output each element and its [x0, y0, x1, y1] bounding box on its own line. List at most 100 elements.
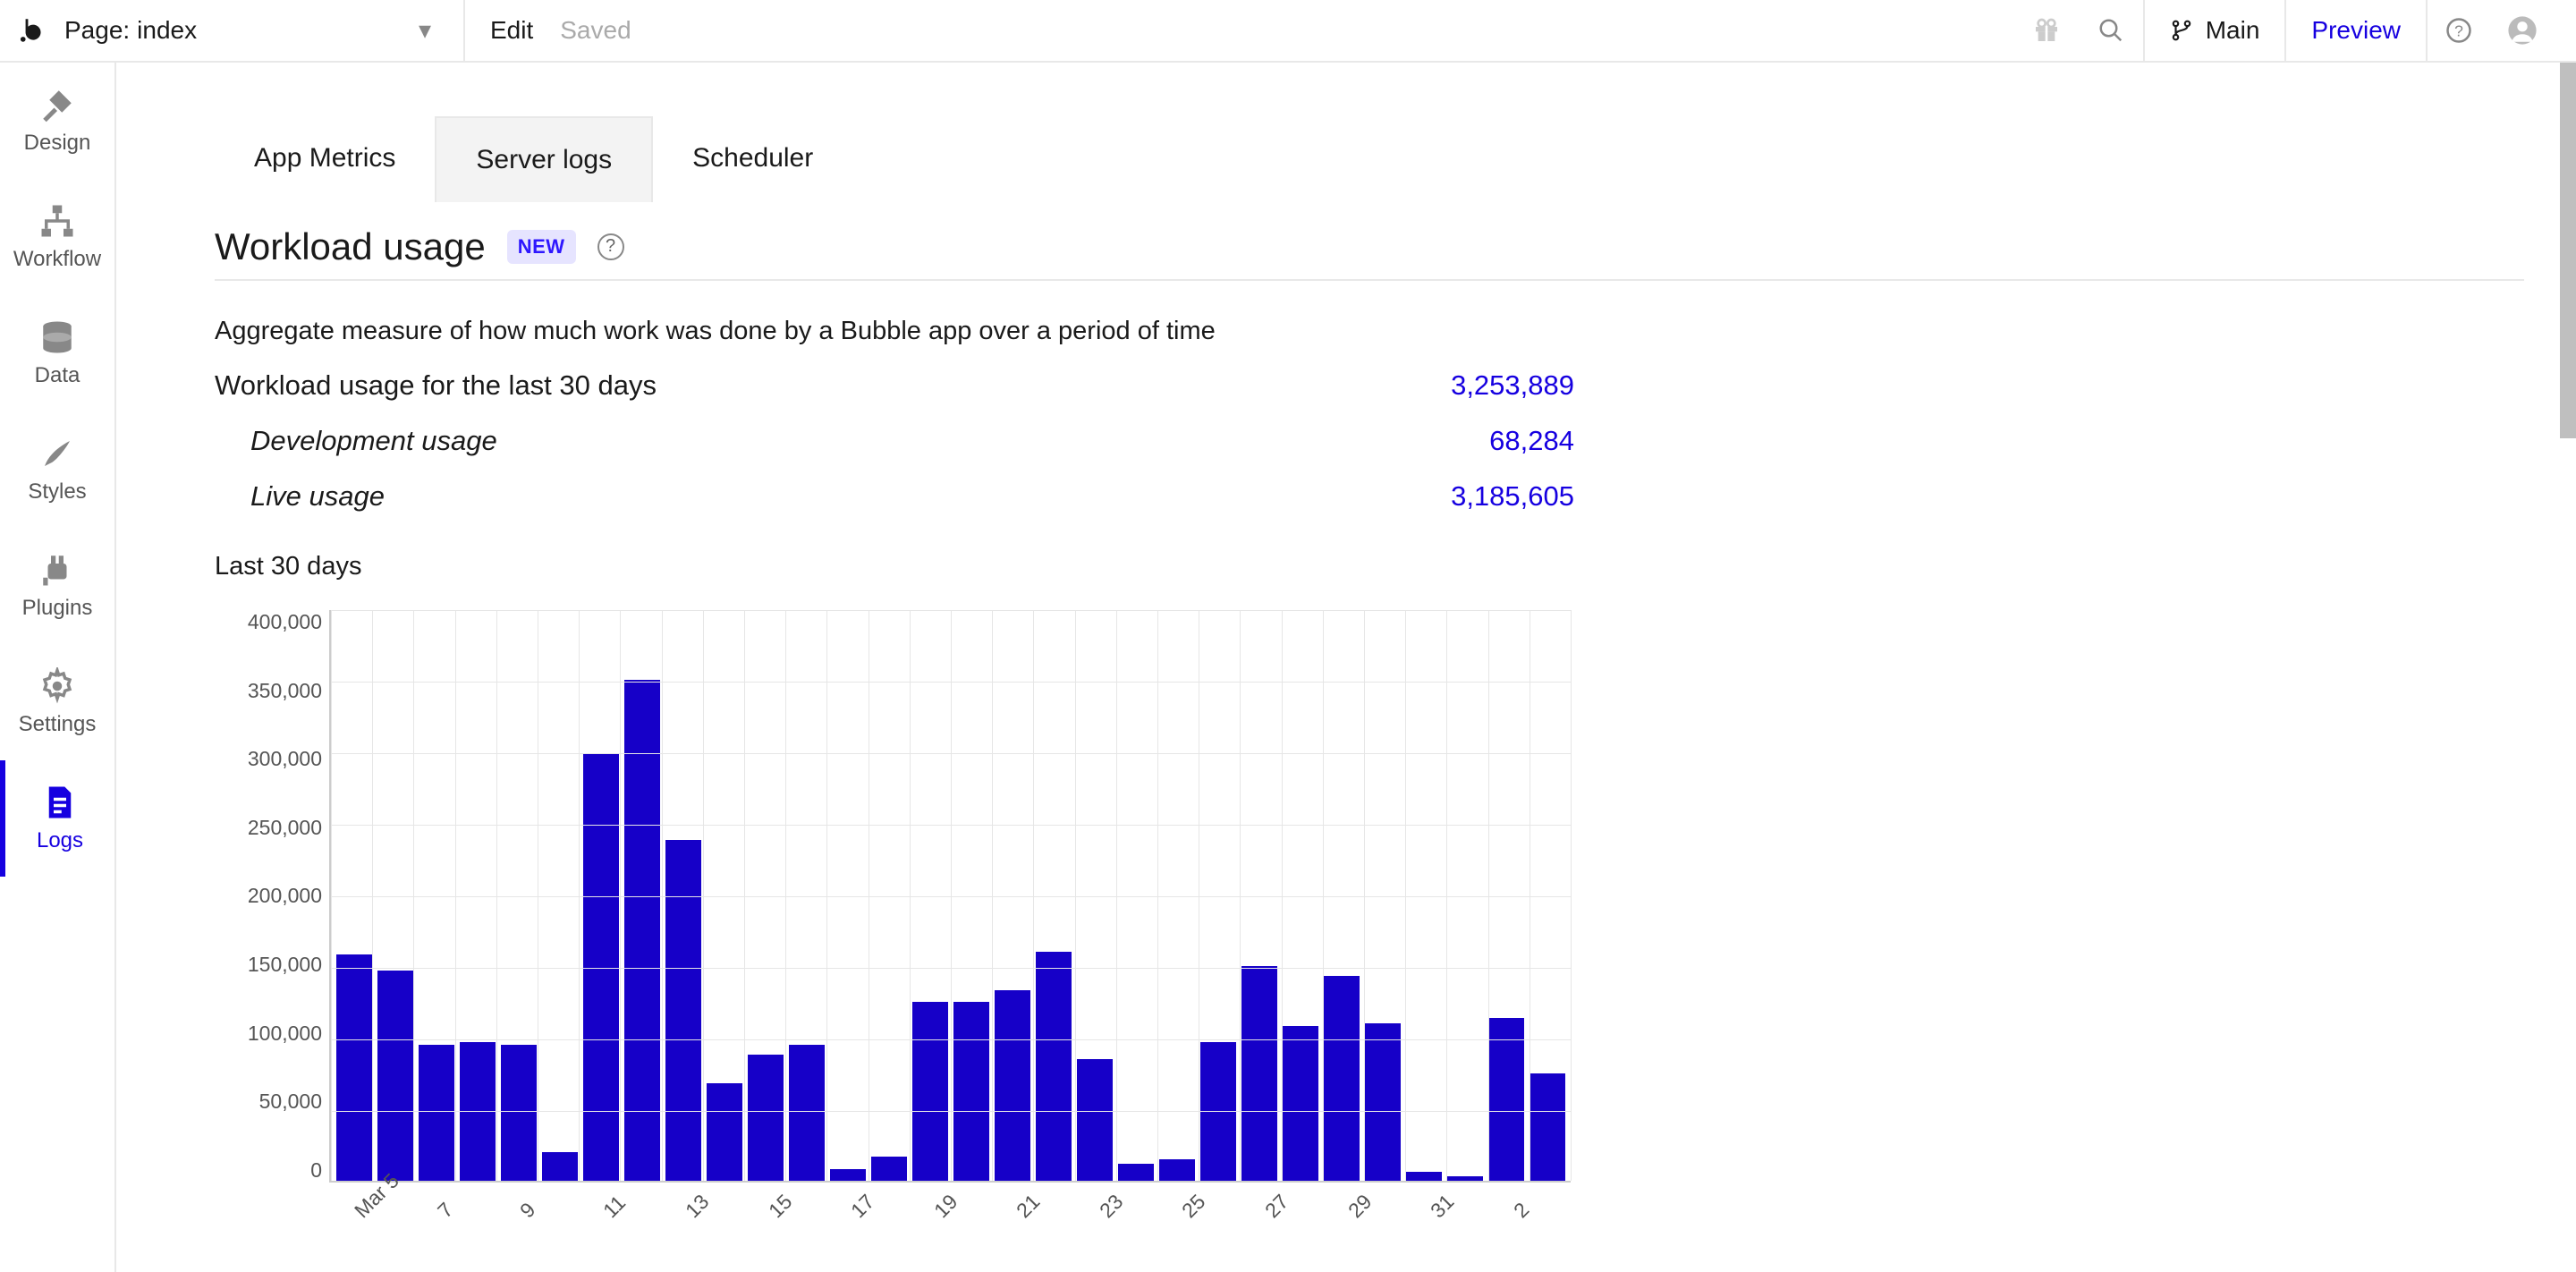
y-tick: 400,000 — [248, 610, 322, 634]
nav-label: Settings — [19, 712, 97, 737]
chart-bar[interactable] — [501, 1045, 537, 1181]
chart-bar[interactable] — [419, 1045, 454, 1181]
nav-data[interactable]: Data — [0, 295, 114, 411]
stat-label: Live usage — [215, 480, 1451, 513]
y-tick: 100,000 — [248, 1022, 322, 1046]
saved-label: Saved — [560, 16, 631, 45]
x-tick: 25 — [1177, 1190, 1210, 1223]
x-tick: 9 — [515, 1198, 540, 1223]
chart-bar[interactable] — [665, 840, 701, 1181]
chart-bar[interactable] — [542, 1152, 578, 1181]
chart-bar[interactable] — [1077, 1059, 1113, 1181]
nav-workflow[interactable]: Workflow — [0, 179, 114, 295]
chart-bar[interactable] — [995, 990, 1030, 1181]
nav-label: Data — [35, 363, 80, 388]
y-axis-ticks: 400,000350,000300,000250,000200,000150,0… — [215, 610, 322, 1183]
chart-bar[interactable] — [1241, 966, 1277, 1181]
x-tick: 11 — [598, 1191, 631, 1223]
nav-settings[interactable]: Settings — [0, 644, 114, 760]
bubble-logo[interactable] — [0, 0, 54, 61]
nav-label: Styles — [28, 479, 86, 505]
x-tick: 7 — [433, 1198, 458, 1223]
x-tick: 21 — [1012, 1190, 1045, 1223]
chart-bar[interactable] — [789, 1045, 825, 1181]
nav-logs[interactable]: Logs — [0, 760, 114, 877]
x-tick: 31 — [1426, 1190, 1459, 1223]
chart-subhead: Last 30 days — [215, 552, 2524, 581]
page-label-prefix: Page: — [64, 16, 130, 45]
nav-design[interactable]: Design — [0, 63, 114, 179]
edit-status: Edit Saved — [465, 0, 657, 61]
chart-bar[interactable] — [1530, 1073, 1565, 1181]
chart-bar[interactable] — [1036, 952, 1072, 1181]
stat-total: Workload usage for the last 30 days 3,25… — [215, 369, 1574, 402]
nav-styles[interactable]: Styles — [0, 411, 114, 528]
x-tick: 19 — [929, 1190, 962, 1223]
x-tick: 2 — [1509, 1198, 1534, 1223]
chart-bar[interactable] — [912, 1002, 948, 1181]
topbar: Page: index ▾ Edit Saved Main Preview ? — [0, 0, 2576, 63]
chart-plot-area — [329, 610, 1571, 1183]
y-tick: 200,000 — [248, 884, 322, 908]
chart-bar[interactable] — [748, 1055, 784, 1181]
content-scroll: App Metrics Server logs Scheduler Worklo… — [116, 63, 2576, 1272]
x-tick: 15 — [764, 1190, 797, 1223]
stat-label: Development usage — [215, 425, 1489, 457]
chart-bar[interactable] — [377, 971, 413, 1181]
y-tick: 300,000 — [248, 747, 322, 771]
y-tick: 150,000 — [248, 953, 322, 977]
x-tick: 13 — [681, 1190, 714, 1223]
stat-label: Workload usage for the last 30 days — [215, 369, 1451, 402]
chart-bar[interactable] — [1447, 1176, 1483, 1181]
tab-server-logs[interactable]: Server logs — [435, 116, 653, 202]
nav-label: Design — [24, 131, 91, 156]
svg-text:?: ? — [2454, 21, 2463, 39]
account-icon[interactable] — [2490, 0, 2555, 61]
search-icon[interactable] — [2079, 0, 2143, 61]
scrollbar[interactable] — [2560, 63, 2576, 438]
help-icon[interactable]: ? — [2426, 0, 2490, 61]
preview-link[interactable]: Preview — [2284, 0, 2426, 61]
edit-label[interactable]: Edit — [490, 16, 533, 45]
chart-bar[interactable] — [624, 680, 660, 1181]
x-axis-ticks: Mar 57911131517192123252729312 — [329, 1190, 1571, 1261]
nav-label: Logs — [37, 828, 83, 853]
topbar-right: Main Preview ? — [2014, 0, 2555, 61]
left-nav: Design Workflow Data Styles Plugins Sett… — [0, 63, 116, 1272]
y-tick: 0 — [310, 1158, 322, 1183]
x-tick: 17 — [846, 1190, 879, 1223]
branch-icon — [2170, 19, 2193, 42]
chart-bar[interactable] — [1283, 1026, 1318, 1181]
chart-bar[interactable] — [1324, 976, 1360, 1181]
new-badge: NEW — [507, 230, 576, 264]
branch-selector[interactable]: Main — [2143, 0, 2285, 61]
tab-app-metrics[interactable]: App Metrics — [215, 116, 435, 202]
x-tick: 23 — [1095, 1190, 1128, 1223]
gift-icon[interactable] — [2014, 0, 2079, 61]
page-selector[interactable]: Page: index ▾ — [54, 0, 465, 61]
chart-bar[interactable] — [336, 954, 372, 1181]
chart-bar[interactable] — [707, 1083, 742, 1181]
nav-plugins[interactable]: Plugins — [0, 528, 114, 644]
chart-bar[interactable] — [1488, 1018, 1524, 1181]
section-title: Workload usage — [215, 225, 486, 268]
stat-dev: Development usage 68,284 — [215, 425, 1574, 457]
logs-tabs: App Metrics Server logs Scheduler — [215, 116, 2524, 202]
chart-bar[interactable] — [953, 1002, 989, 1181]
chart-bar[interactable] — [830, 1169, 866, 1181]
chart-bar[interactable] — [1159, 1159, 1195, 1181]
x-tick: 27 — [1260, 1190, 1293, 1223]
y-tick: 250,000 — [248, 816, 322, 840]
preview-label: Preview — [2311, 16, 2401, 45]
chart-bar[interactable] — [871, 1157, 907, 1181]
help-icon[interactable]: ? — [597, 233, 624, 260]
chart-bar[interactable] — [1118, 1164, 1154, 1181]
tab-scheduler[interactable]: Scheduler — [653, 116, 852, 202]
chart-bar[interactable] — [1365, 1023, 1401, 1181]
stat-value: 3,185,605 — [1451, 480, 1574, 513]
stat-live: Live usage 3,185,605 — [215, 480, 1574, 513]
stat-value: 3,253,889 — [1451, 369, 1574, 402]
stat-value: 68,284 — [1489, 425, 1574, 457]
page-name: index — [137, 16, 197, 45]
chart-bar[interactable] — [1406, 1172, 1442, 1181]
